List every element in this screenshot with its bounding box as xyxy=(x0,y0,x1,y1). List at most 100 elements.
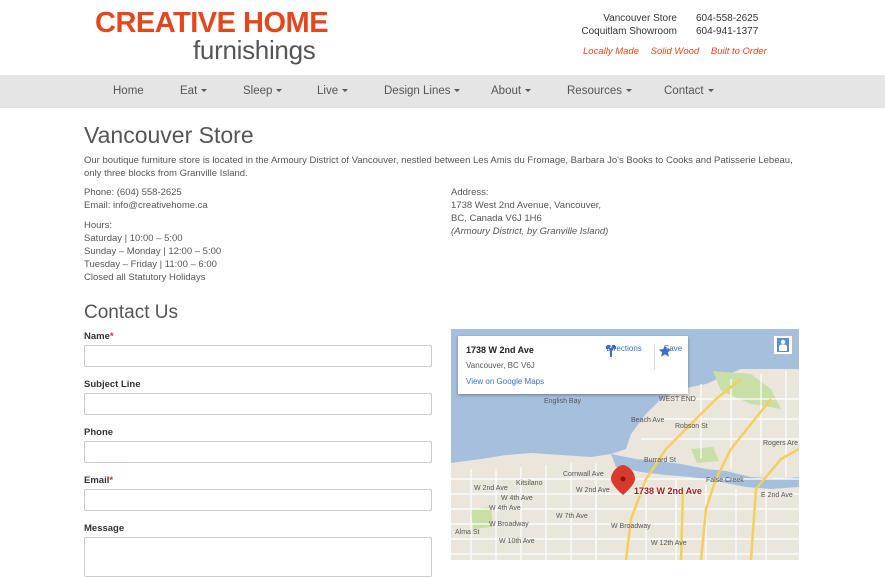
map-label: W 4th Ave xyxy=(501,495,533,502)
map-card-subtitle: Vancouver, BC V6J xyxy=(466,361,535,370)
star-icon xyxy=(658,345,672,357)
directions-icon xyxy=(606,345,616,357)
nav-item-about[interactable]: About xyxy=(491,75,532,108)
location-phone[interactable]: 604-558-2625 xyxy=(696,13,758,24)
map-label: Rogers Are xyxy=(763,440,799,447)
street-view-button[interactable] xyxy=(773,335,793,355)
tagline-item: Locally Made xyxy=(583,46,639,57)
tagline-item: Solid Wood xyxy=(650,46,700,57)
nav-label: Eat xyxy=(180,85,198,97)
subject-field[interactable] xyxy=(84,393,432,415)
store-map[interactable]: English Bay WEST END False Creek Kitsila… xyxy=(451,329,799,560)
page-title: Vancouver Store xyxy=(84,122,254,148)
email-field[interactable] xyxy=(84,489,432,511)
map-label: Robson St xyxy=(675,423,708,430)
store-contact-hours: Phone: (604) 558-2625 Email: info@creati… xyxy=(84,186,221,284)
label-text: Message xyxy=(84,523,125,534)
location-vancouver: Vancouver Store 604-558-2625 xyxy=(560,13,760,26)
nav-item-home[interactable]: Home xyxy=(113,75,144,108)
nav-item-design-lines[interactable]: Design Lines xyxy=(384,75,461,108)
nav-label: Resources xyxy=(567,85,622,97)
address-line: BC, Canada V6J 1H6 xyxy=(451,213,542,224)
phone-label: Phone xyxy=(84,427,113,438)
contact-form-title: Contact Us xyxy=(84,302,178,323)
message-label: Message xyxy=(84,523,124,534)
caret-down-icon xyxy=(707,89,714,93)
tagline: Locally Made Solid Wood Built to Order xyxy=(583,46,776,57)
location-name: Vancouver Store xyxy=(603,13,677,24)
required-mark: * xyxy=(109,331,114,342)
store-intro: Our boutique furniture store is located … xyxy=(84,155,793,179)
map-label: W Broadway xyxy=(489,521,529,528)
map-label: Beach Ave xyxy=(631,417,665,424)
required-mark: * xyxy=(109,475,114,486)
location-phone[interactable]: 604-941-1377 xyxy=(696,26,758,37)
map-label: W 7th Ave xyxy=(556,513,588,520)
message-field[interactable] xyxy=(84,537,432,577)
label-text: Phone xyxy=(84,427,114,438)
map-label: W 10th Ave xyxy=(499,538,535,545)
caret-down-icon xyxy=(276,89,283,93)
map-label: WEST END xyxy=(659,396,696,403)
map-card-title: 1738 W 2nd Ave xyxy=(466,345,534,355)
hours-line: Closed all Statutory Holidays xyxy=(84,272,206,283)
location-name: Coquitlam Showroom xyxy=(581,26,677,37)
store-email[interactable]: Email: info@creativehome.ca xyxy=(84,199,221,212)
tagline-item: Built to Order xyxy=(710,46,767,57)
label-text: Name xyxy=(84,331,110,342)
hours-line: Sunday – Monday | 12:00 – 5:00 xyxy=(84,246,222,257)
map-label: E 2nd Ave xyxy=(761,492,793,499)
map-info-card: 1738 W 2nd Ave Vancouver, BC V6J View on… xyxy=(458,336,688,394)
hours-line: Saturday | 10:00 – 5:00 xyxy=(84,233,183,244)
caret-down-icon xyxy=(342,89,349,93)
nav-item-resources[interactable]: Resources xyxy=(567,75,632,108)
subject-label: Subject Line xyxy=(84,379,140,390)
nav-label: Design Lines xyxy=(384,85,451,97)
phone-field[interactable] xyxy=(84,441,432,463)
map-label: W Broadway xyxy=(611,523,651,530)
person-icon xyxy=(777,338,789,352)
name-field[interactable] xyxy=(84,345,432,367)
nav-label: About xyxy=(491,85,522,97)
label-text: Email xyxy=(84,475,110,486)
store-phone[interactable]: Phone: (604) 558-2625 xyxy=(84,186,221,199)
view-on-google-maps-link[interactable]: View on Google Maps xyxy=(466,377,544,386)
nav-item-contact[interactable]: Contact xyxy=(664,75,714,108)
store-address: Address: 1738 West 2nd Avenue, Vancouver… xyxy=(451,186,608,238)
hours-heading: Hours: xyxy=(84,220,112,231)
nav-item-eat[interactable]: Eat xyxy=(180,75,208,108)
email-label: Email* xyxy=(84,475,113,486)
nav-item-live[interactable]: Live xyxy=(317,75,349,108)
nav-item-sleep[interactable]: Sleep xyxy=(243,75,283,108)
map-label: W 12th Ave xyxy=(651,540,687,547)
caret-down-icon xyxy=(454,89,461,93)
map-label: Kitsilano xyxy=(516,480,543,487)
map-label: English Bay xyxy=(544,398,581,405)
map-label: W 4th Ave xyxy=(489,505,521,512)
logo-wordmark[interactable]: CREATIVE HOME xyxy=(95,8,329,38)
location-coquitlam: Coquitlam Showroom 604-941-1377 xyxy=(560,26,760,39)
card-divider xyxy=(654,344,655,370)
save-button[interactable]: Save xyxy=(658,344,688,357)
main-nav: Home Eat Sleep Live Design Lines About R… xyxy=(0,75,885,108)
map-label: Cornwall Ave xyxy=(563,471,604,478)
address-line: 1738 West 2nd Avenue, Vancouver, xyxy=(451,200,602,211)
header-contact-info: Vancouver Store 604-558-2625 Coquitlam S… xyxy=(560,13,760,39)
nav-label: Home xyxy=(113,85,144,97)
directions-button[interactable]: Directions xyxy=(604,344,644,357)
nav-label: Live xyxy=(317,85,339,97)
site-header: CREATIVE HOME furnishings Vancouver Stor… xyxy=(0,0,885,75)
map-label: False Creek xyxy=(706,477,744,484)
map-label: Burrard St xyxy=(644,457,676,464)
hours-line: Tuesday – Friday | 11:00 – 6:00 xyxy=(84,259,217,270)
map-pin-label: 1738 W 2nd Ave xyxy=(634,486,702,496)
address-heading: Address: xyxy=(451,187,489,198)
caret-down-icon xyxy=(201,89,208,93)
nav-label: Contact xyxy=(664,85,704,97)
caret-down-icon xyxy=(625,89,632,93)
nav-label: Sleep xyxy=(243,85,273,97)
map-label: W 2nd Ave xyxy=(576,487,610,494)
map-label: Alma St xyxy=(455,529,480,536)
logo-subtitle[interactable]: furnishings xyxy=(193,36,316,64)
caret-down-icon xyxy=(525,89,532,93)
